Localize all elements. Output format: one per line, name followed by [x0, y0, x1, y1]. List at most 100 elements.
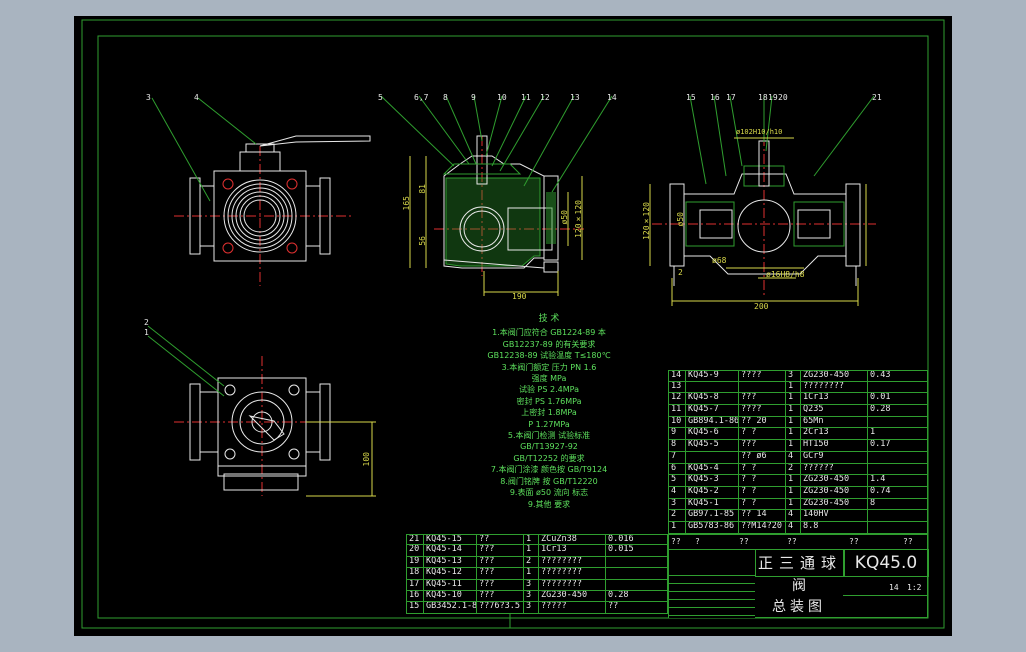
- note-line: 上密封 1.8MPa: [521, 408, 577, 418]
- bom-cell-code: GB97.1-85: [685, 510, 738, 521]
- balloon: 2: [144, 318, 149, 327]
- bom-cell-qty: 3: [785, 371, 800, 381]
- bom-row: 20 KQ45-14??? 1 1Cr13 0.015: [406, 545, 668, 557]
- note-line: 9.表面 ø50 流向 标志: [509, 488, 589, 498]
- bom-cell-qty: 1: [785, 440, 800, 451]
- bom-row: 13 1????????: [668, 381, 928, 394]
- bom-cell-mat: 140HV: [800, 510, 867, 521]
- bom-cell-qty: 1: [785, 416, 800, 428]
- balloon: 11: [521, 93, 531, 102]
- bom-cell-code: KQ45-2: [685, 486, 738, 498]
- bom-cell-wt: 8: [867, 498, 927, 510]
- bom-cell-qty: 1: [785, 381, 800, 393]
- bom-cell-no: 21: [409, 535, 420, 544]
- bom-cell-wt: ??: [605, 602, 667, 613]
- bom-cell-qty: 1: [785, 498, 800, 510]
- bom-cell-code: KQ45-12: [423, 568, 476, 579]
- bom-cell-code: KQ45-4: [685, 463, 738, 475]
- bom-cell-name: ???: [738, 393, 785, 405]
- bom-cell-no: 15: [409, 602, 420, 612]
- bom-cell-no: 8: [671, 440, 677, 450]
- title-drawing-no: KQ45.0: [843, 549, 929, 577]
- bom-header-cell: ??: [787, 537, 797, 546]
- bom-cell-mat: ??????: [800, 463, 867, 475]
- bom-cell-no: 13: [671, 381, 682, 391]
- bom-cell-no: 10: [671, 416, 682, 426]
- bom-cell-no: 1: [671, 521, 677, 531]
- note-line: 试验 PS 2.4MPa: [519, 385, 579, 395]
- bom-cell-name: ??76?3.5: [476, 602, 523, 613]
- technical-notes: 技 术 1.本阀门应符合 GB1224-89 本 GB12237-89 的有关要…: [434, 314, 664, 510]
- dim-flange: 120×120: [574, 200, 583, 238]
- bom-cell-mat: 8.8: [800, 521, 867, 533]
- title-subtitle: 总装图: [755, 597, 843, 617]
- title-scale-area: 14 1:2: [843, 575, 927, 596]
- bom-cell-code: KQ45-5: [685, 440, 738, 451]
- bom-cell-mat: ZG230-450: [800, 475, 867, 486]
- bom-row: 3 KQ45-1? ? 1 ZG230-450 8: [668, 498, 928, 511]
- note-line: 强度 MPa: [531, 374, 567, 384]
- balloon: 6,7: [414, 93, 429, 102]
- bom-cell-name: ?? ø6: [738, 451, 785, 463]
- bom-cell-qty: 3: [523, 579, 538, 590]
- drawing-subtitle: 总装图: [772, 599, 826, 615]
- note-line: GB/T13927-92: [520, 442, 578, 452]
- bom-cell-code: KQ45-10: [423, 590, 476, 602]
- bom-cell-wt: [605, 556, 667, 568]
- bom-row: 8 KQ45-5??? 1 HT150 0.17: [668, 440, 928, 452]
- bom-row: 17 KQ45-11??? 3????????: [406, 579, 668, 591]
- bom-cell-mat: 65Mn: [800, 416, 867, 428]
- balloon: 10: [497, 93, 507, 102]
- bom-cell-mat: 1Cr13: [800, 393, 867, 405]
- bom-cell-name: ???: [476, 545, 523, 556]
- bom-cell-code: KQ45-11: [423, 579, 476, 590]
- bom-row: 5 KQ45-3? ? 1 ZG230-450 1.4: [668, 475, 928, 487]
- bom-cell-mat: ????????: [800, 381, 867, 393]
- bom-header-cell: ?: [695, 537, 700, 546]
- bom-cell-mat: ????????: [538, 579, 605, 590]
- balloon: 20: [778, 93, 788, 102]
- dim-height: 165: [402, 196, 411, 211]
- bom-cell-no: 17: [409, 579, 420, 589]
- bom-cell-no: 3: [671, 498, 677, 508]
- bom-cell-qty: 1: [785, 475, 800, 486]
- bom-cell-wt: [867, 416, 927, 428]
- title-name-left: 正三通球: [755, 549, 845, 577]
- bom-header-row: ?? ? ?? ?? ?? ??: [669, 535, 929, 550]
- bom-cell-qty: 1: [785, 393, 800, 405]
- bom-cell-wt: 0.28: [867, 405, 927, 416]
- balloon: 19: [768, 93, 778, 102]
- bom-cell-qty: 4: [785, 510, 800, 521]
- note-line: 3.本阀门额定 压力 PN 1.6: [501, 362, 597, 372]
- bom-cell-qty: 1: [523, 568, 538, 579]
- bom-cell-name: ??: [476, 535, 523, 545]
- bom-cell-name: ?? 20: [738, 416, 785, 428]
- bom-cell-wt: 0.016: [605, 535, 667, 545]
- bom-cell-name: ? ?: [738, 475, 785, 486]
- bom-cell-qty: 4: [785, 521, 800, 533]
- dim-bore: ø50: [560, 210, 569, 225]
- bom-cell-no: 2: [671, 510, 677, 520]
- bom-cell-name: ???: [476, 590, 523, 602]
- bom-cell-wt: [867, 463, 927, 475]
- bom-cell-name: ???: [476, 556, 523, 568]
- balloon: 17: [726, 93, 736, 102]
- bom-cell-code: GB5783-86: [685, 521, 738, 533]
- bom-cell-qty: 1: [785, 486, 800, 498]
- dim-d68: ø68: [712, 256, 727, 265]
- bom-cell-no: 5: [671, 475, 677, 485]
- bom-cell-mat: ZG230-450: [800, 498, 867, 510]
- section-view-a: [380, 95, 613, 296]
- bom-cell-name: ???: [738, 440, 785, 451]
- title-qty: 14: [889, 583, 899, 592]
- bom-cell-qty: 1: [785, 428, 800, 440]
- bom-row: 18 KQ45-12??? 1????????: [406, 568, 668, 580]
- bom-row: 7 ?? ø6 4 GCr9: [668, 451, 928, 464]
- bom-cell-wt: 0.17: [867, 440, 927, 451]
- note-line: P 1.27MPa: [528, 419, 570, 429]
- bom-cell-mat: GCr9: [800, 451, 867, 463]
- bom-cell-qty: 4: [785, 451, 800, 463]
- bom-row: 6 KQ45-4? ? 2??????: [668, 463, 928, 476]
- dim-top: 81: [418, 184, 427, 194]
- bom-cell-code: [685, 451, 738, 463]
